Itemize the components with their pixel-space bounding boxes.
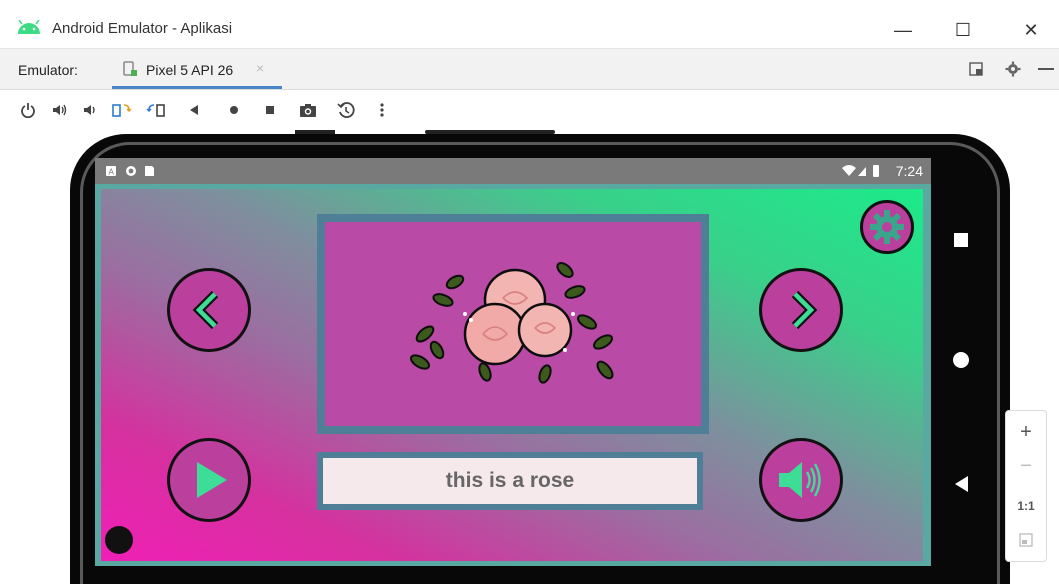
window-title: Android Emulator - Aplikasi <box>52 20 233 37</box>
rotate-left-icon[interactable] <box>110 98 134 122</box>
settings-gear-icon[interactable] <box>1003 59 1023 79</box>
tab-bar: Emulator: Pixel 5 API 26 × <box>0 49 1059 90</box>
flower-image <box>325 222 701 426</box>
android-nav-bar <box>931 158 991 566</box>
tab-pixel-5[interactable]: Pixel 5 API 26 × <box>112 49 282 89</box>
close-button[interactable]: ✕ <box>1008 12 1054 48</box>
back-icon[interactable] <box>182 98 206 122</box>
home-icon[interactable] <box>222 98 246 122</box>
double-chevron-right-icon <box>791 290 818 330</box>
overview-icon[interactable] <box>258 98 282 122</box>
volume-up-icon[interactable] <box>48 98 72 122</box>
play-icon <box>197 462 227 498</box>
zoom-panel: + − 1:1 <box>1005 410 1047 562</box>
device-screen: this is a rose <box>95 184 931 566</box>
zoom-in-button[interactable]: + <box>1006 415 1046 449</box>
flower-image-card <box>317 214 709 434</box>
window-mode-icon[interactable] <box>966 59 986 79</box>
rotate-right-icon[interactable] <box>144 98 168 122</box>
gear-icon <box>870 210 904 244</box>
status-time: 7:24 <box>895 163 923 179</box>
hide-panel-icon[interactable] <box>1036 59 1056 79</box>
tab-close-icon[interactable]: × <box>256 60 264 76</box>
overview-nav-button[interactable] <box>949 228 973 252</box>
double-chevron-left-icon <box>192 290 219 330</box>
tab-label: Pixel 5 API 26 <box>146 62 234 78</box>
fit-to-window-icon[interactable] <box>1006 523 1046 557</box>
emulator-label: Emulator: <box>18 62 78 78</box>
more-icon[interactable] <box>370 98 394 122</box>
speaker-icon <box>779 462 821 498</box>
rose-illustration <box>409 262 614 384</box>
settings-button[interactable] <box>860 200 914 254</box>
android-studio-icon <box>18 20 40 34</box>
volume-down-icon[interactable] <box>78 98 102 122</box>
device-icon <box>123 61 137 76</box>
home-nav-button[interactable] <box>949 348 973 372</box>
caption-text: this is a rose <box>323 458 697 504</box>
minimize-button[interactable]: — <box>880 12 926 48</box>
title-bar: Android Emulator - Aplikasi — ☐ ✕ <box>0 0 1059 49</box>
notification-icons: A <box>106 166 154 177</box>
previous-button[interactable] <box>167 268 251 352</box>
caption-box: this is a rose <box>317 452 703 510</box>
emulator-toolbar <box>0 90 1059 130</box>
play-button[interactable] <box>167 438 251 522</box>
zoom-actual-size-button[interactable]: 1:1 <box>1006 489 1046 523</box>
front-camera <box>105 526 133 554</box>
power-icon[interactable] <box>16 98 40 122</box>
next-button[interactable] <box>759 268 843 352</box>
back-nav-button[interactable] <box>949 472 973 496</box>
signal-battery-icons <box>842 165 879 177</box>
sound-button[interactable] <box>759 438 843 522</box>
screenshot-icon[interactable] <box>296 98 320 122</box>
android-status-bar: A 7:24 <box>95 158 931 184</box>
zoom-out-button[interactable]: − <box>1006 449 1046 483</box>
svg-text:A: A <box>109 168 115 177</box>
snapshot-icon[interactable] <box>334 98 358 122</box>
maximize-button[interactable]: ☐ <box>940 12 986 48</box>
